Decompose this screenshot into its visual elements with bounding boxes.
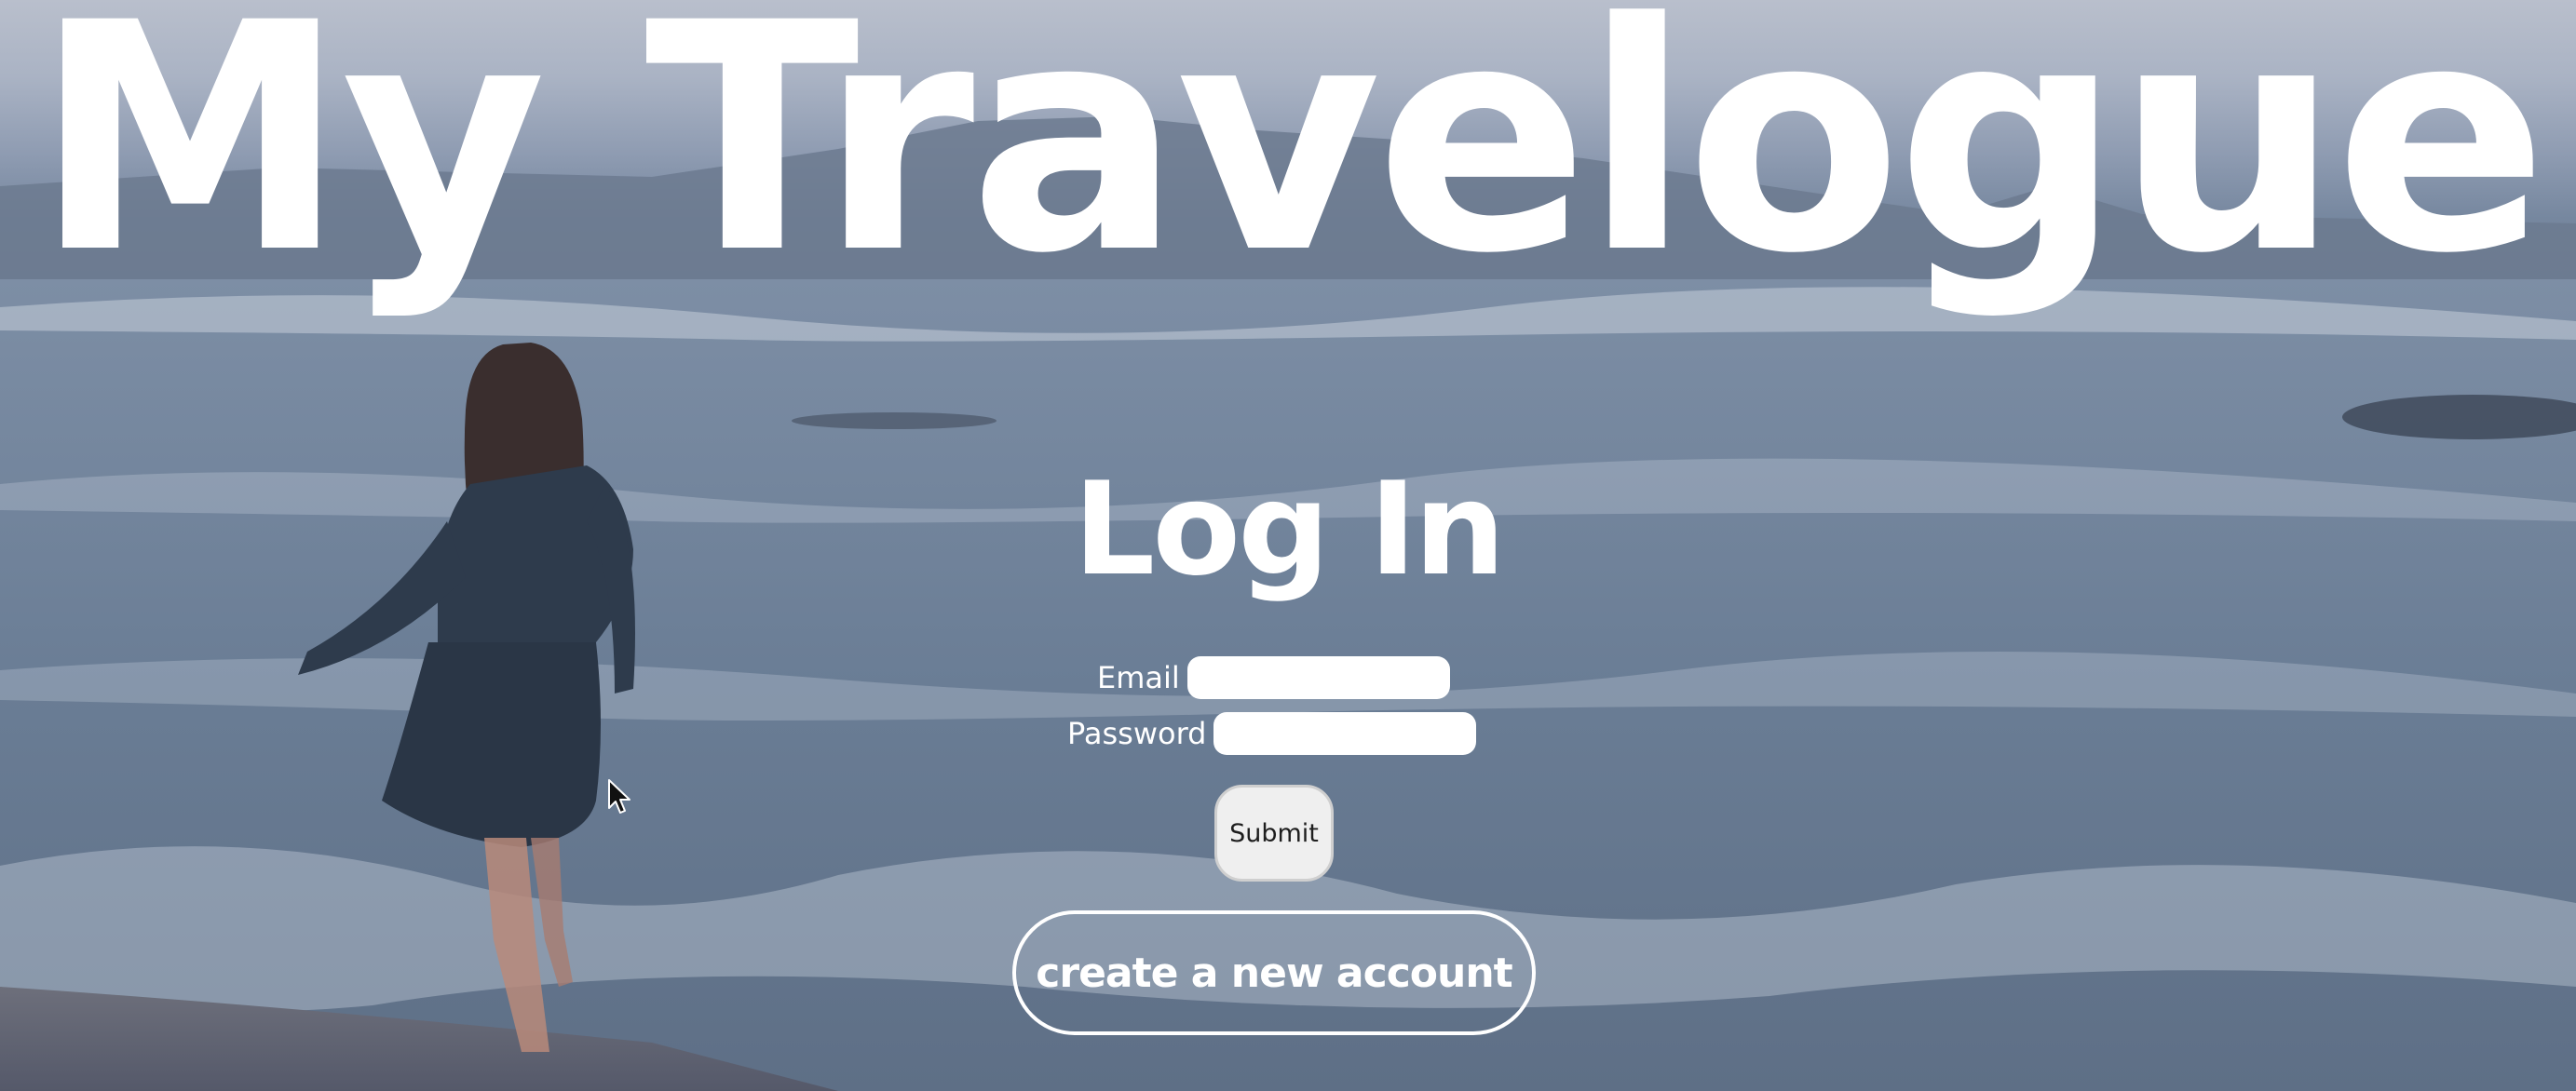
create-account-button[interactable]: create a new account [1012,910,1536,1035]
email-row: Email [1097,654,1450,701]
password-label: Password [1067,716,1207,751]
password-input[interactable] [1213,712,1477,755]
site-title: My Travelogue [34,0,2548,322]
password-row: Password [1067,710,1477,757]
submit-button[interactable]: Submit [1214,785,1334,882]
email-label: Email [1097,660,1180,695]
mouse-cursor-icon [608,779,630,814]
rock-left [792,412,997,429]
page-root: My Travelogue Log In Email Password Subm… [0,0,2576,1091]
email-input[interactable] [1186,656,1450,699]
login-heading: Log In [1073,454,1505,604]
